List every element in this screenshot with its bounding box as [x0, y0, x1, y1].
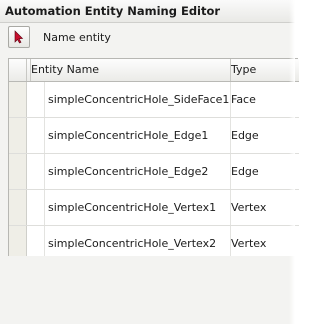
entity-grid: Entity Name Type simpleConcentricHole_Si…: [8, 58, 299, 256]
row-selector[interactable]: [9, 154, 27, 189]
select-entity-button[interactable]: [8, 26, 30, 48]
right-fade: [289, 0, 295, 324]
type-cell[interactable]: Vertex: [231, 190, 266, 225]
editor-window: Automation Entity Naming Editor Name ent…: [0, 0, 299, 324]
table-row[interactable]: simpleConcentricHole_Edge1 Edge: [9, 118, 299, 154]
type-cell[interactable]: Edge: [231, 118, 259, 153]
grid-header: Entity Name Type: [9, 59, 299, 82]
row-indent: [27, 226, 45, 256]
entity-name-cell[interactable]: simpleConcentricHole_Edge1: [48, 118, 229, 153]
type-cell[interactable]: Edge: [231, 154, 259, 189]
window-title: Automation Entity Naming Editor: [5, 4, 221, 18]
cursor-arrow-icon: [14, 30, 24, 44]
type-cell[interactable]: Face: [231, 82, 256, 117]
type-cell[interactable]: Vertex: [231, 226, 266, 256]
row-indent: [27, 118, 45, 153]
table-row[interactable]: simpleConcentricHole_Vertex1 Vertex: [9, 190, 299, 226]
table-row[interactable]: simpleConcentricHole_Vertex2 Vertex: [9, 226, 299, 256]
entity-name-cell[interactable]: simpleConcentricHole_Vertex1: [48, 190, 229, 225]
entity-name-cell[interactable]: simpleConcentricHole_SideFace1: [48, 82, 229, 117]
entity-name-cell[interactable]: simpleConcentricHole_Vertex2: [48, 226, 229, 256]
row-indent: [27, 154, 45, 189]
table-row[interactable]: simpleConcentricHole_SideFace1 Face: [9, 82, 299, 118]
row-indent: [27, 82, 45, 117]
entity-name-cell[interactable]: simpleConcentricHole_Edge2: [48, 154, 229, 189]
row-selector[interactable]: [9, 190, 27, 225]
toolbar: Name entity: [0, 23, 295, 53]
row-selector[interactable]: [9, 226, 27, 256]
table-row[interactable]: simpleConcentricHole_Edge2 Edge: [9, 154, 299, 190]
row-selector[interactable]: [9, 118, 27, 153]
name-entity-label[interactable]: Name entity: [43, 31, 111, 44]
title-bar: Automation Entity Naming Editor: [0, 0, 295, 23]
column-header-entity-name[interactable]: Entity Name: [31, 59, 231, 81]
header-corner: [9, 59, 27, 81]
row-selector[interactable]: [9, 82, 27, 117]
row-indent: [27, 190, 45, 225]
